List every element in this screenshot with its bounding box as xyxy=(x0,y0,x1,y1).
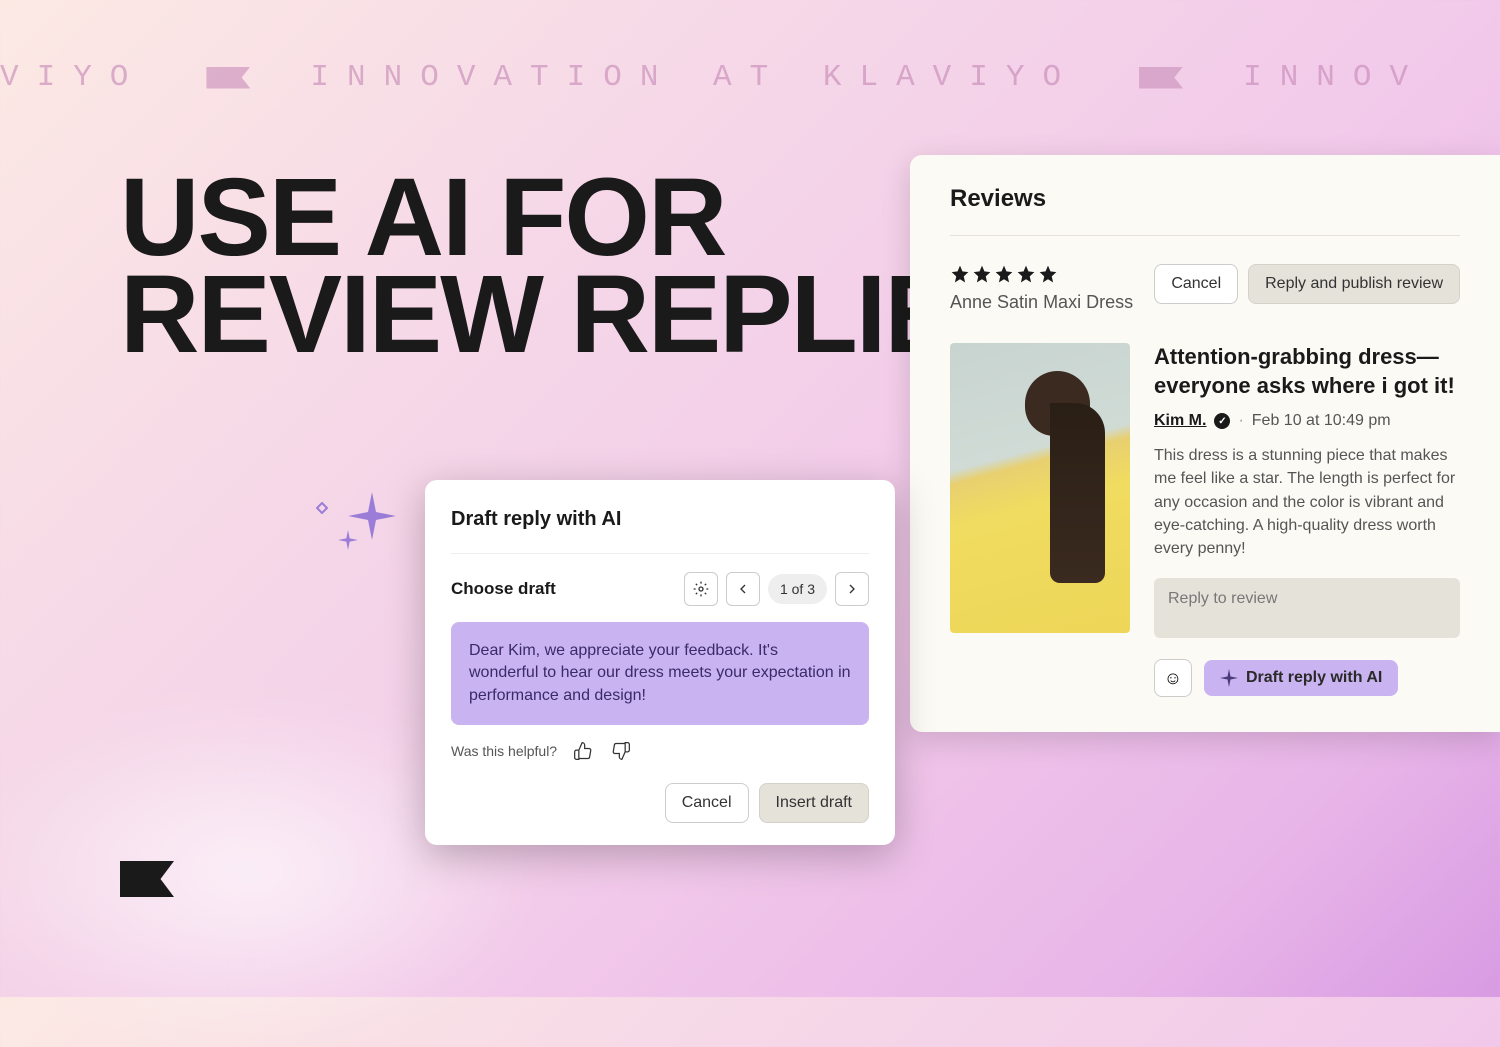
sparkle-small-icon xyxy=(338,530,358,550)
feedback-row: Was this helpful? xyxy=(451,739,869,763)
review-actions: Cancel Reply and publish review xyxy=(1154,264,1460,304)
sparkle-icon xyxy=(1220,669,1238,687)
reviewer-name[interactable]: Kim M. xyxy=(1154,412,1206,430)
meta-separator: · xyxy=(1238,412,1243,430)
thumbs-up-button[interactable] xyxy=(571,739,595,763)
review-timestamp: Feb 10 at 10:49 pm xyxy=(1252,412,1391,430)
chevron-right-icon xyxy=(844,581,860,597)
feedback-prompt: Was this helpful? xyxy=(451,743,557,759)
choose-draft-label: Choose draft xyxy=(451,579,556,599)
star-icon xyxy=(972,264,992,284)
emoji-picker-button[interactable]: ☺ xyxy=(1154,659,1192,697)
banner-fragment-left: VIYO xyxy=(0,60,146,95)
cancel-button[interactable]: Cancel xyxy=(1154,264,1238,304)
page-headline: USE AI FOR REVIEW REPLIES xyxy=(120,170,1027,364)
review-content: Attention-grabbing dress—everyone asks w… xyxy=(1154,343,1460,697)
divider xyxy=(451,553,869,554)
star-icon xyxy=(950,264,970,284)
draft-cancel-button[interactable]: Cancel xyxy=(665,783,749,823)
review-product-image xyxy=(950,343,1130,633)
draft-reply-ai-button[interactable]: Draft reply with AI xyxy=(1204,660,1398,696)
review-body: Attention-grabbing dress—everyone asks w… xyxy=(950,343,1460,697)
diamond-outline-icon xyxy=(316,502,328,514)
ai-button-label: Draft reply with AI xyxy=(1246,669,1382,687)
draft-reply-modal: Draft reply with AI Choose draft 1 of 3 … xyxy=(425,480,895,845)
star-icon xyxy=(1016,264,1036,284)
draft-modal-footer: Cancel Insert draft xyxy=(451,783,869,823)
gear-icon xyxy=(693,581,709,597)
review-header-row: Anne Satin Maxi Dress Cancel Reply and p… xyxy=(950,264,1460,313)
settings-button[interactable] xyxy=(684,572,718,606)
banner-marquee: VIYO INNOVATION AT KLAVIYO INNOV xyxy=(0,60,1500,95)
review-text: This dress is a stunning piece that make… xyxy=(1154,444,1460,560)
draft-modal-title: Draft reply with AI xyxy=(451,508,869,531)
product-name: Anne Satin Maxi Dress xyxy=(950,292,1133,313)
star-icon xyxy=(994,264,1014,284)
headline-line-2: REVIEW REPLIES xyxy=(120,267,1027,364)
sparkle-decoration xyxy=(348,492,396,545)
next-draft-button[interactable] xyxy=(835,572,869,606)
banner-main-text: INNOVATION AT KLAVIYO xyxy=(310,60,1079,95)
reply-publish-button[interactable]: Reply and publish review xyxy=(1248,264,1460,304)
star-icon xyxy=(1038,264,1058,284)
draft-toolbar: Choose draft 1 of 3 xyxy=(451,572,869,606)
thumbs-up-icon xyxy=(573,741,593,761)
flag-icon xyxy=(206,67,250,89)
thumbs-down-button[interactable] xyxy=(609,739,633,763)
flag-icon xyxy=(1139,67,1183,89)
star-rating xyxy=(950,264,1133,284)
thumbs-down-icon xyxy=(611,741,631,761)
verified-badge-icon xyxy=(1214,413,1230,429)
reviews-panel: Reviews Anne Satin Maxi Dress Cancel Rep… xyxy=(910,155,1500,732)
review-meta: Kim M. · Feb 10 at 10:49 pm xyxy=(1154,412,1460,430)
reviews-panel-title: Reviews xyxy=(950,185,1460,236)
pager-count: 1 of 3 xyxy=(768,574,827,604)
banner-fragment-right: INNOV xyxy=(1243,60,1426,95)
insert-draft-button[interactable]: Insert draft xyxy=(759,783,869,823)
prev-draft-button[interactable] xyxy=(726,572,760,606)
reply-input[interactable] xyxy=(1154,578,1460,638)
review-heading: Attention-grabbing dress—everyone asks w… xyxy=(1154,343,1460,400)
review-rating-block: Anne Satin Maxi Dress xyxy=(950,264,1133,313)
draft-suggestion-text: Dear Kim, we appreciate your feedback. I… xyxy=(451,622,869,725)
chevron-left-icon xyxy=(735,581,751,597)
draft-pager: 1 of 3 xyxy=(684,572,869,606)
smile-icon: ☺ xyxy=(1164,668,1182,689)
reply-footer: ☺ Draft reply with AI xyxy=(1154,659,1460,697)
